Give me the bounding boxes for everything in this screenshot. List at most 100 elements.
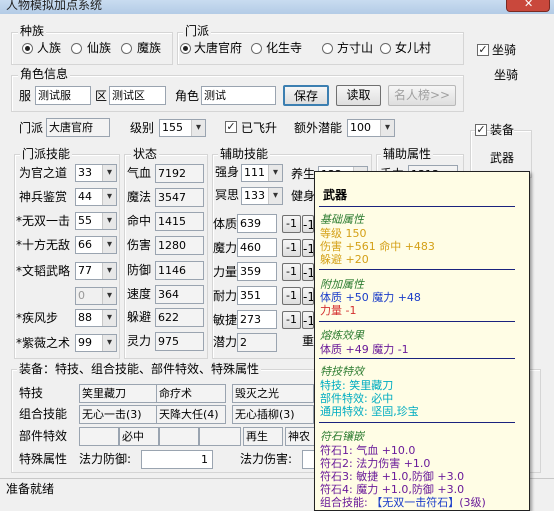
sect-skill-name: 神兵鉴赏 bbox=[19, 190, 68, 204]
level-label: 级别 bbox=[130, 121, 155, 135]
mount-checkbox[interactable]: ✓ bbox=[477, 44, 489, 56]
sect-skill-select[interactable]: 55 bbox=[75, 212, 117, 230]
stat-name: 命中 bbox=[127, 214, 152, 228]
level-select[interactable]: 155 bbox=[159, 119, 206, 137]
sect-skill-select[interactable]: 66 bbox=[75, 236, 117, 254]
race-group-label: 种族 bbox=[18, 24, 47, 38]
sect-skill-name: *十方无敌 bbox=[16, 238, 71, 252]
tooltip-add-label: 附加属性 bbox=[320, 278, 364, 291]
sect-skill-select[interactable]: 77 bbox=[75, 262, 117, 280]
attr-minus-button[interactable]: -1 bbox=[282, 263, 301, 281]
sect-radio-nver[interactable] bbox=[380, 43, 391, 54]
save-button[interactable]: 保存 bbox=[283, 85, 329, 106]
role-label: 角色 bbox=[175, 89, 200, 103]
role-info-label: 角色信息 bbox=[18, 67, 71, 81]
attr-minus-button[interactable]: -1 bbox=[282, 311, 301, 329]
special-skill-field: 命疗术 bbox=[156, 384, 226, 403]
combo-skill-field: 无心插柳(3) bbox=[232, 405, 314, 424]
part-effect-field: 神农 bbox=[285, 427, 317, 446]
part-effect-label: 部件特效 bbox=[19, 429, 68, 443]
stat-value: 1146 bbox=[155, 261, 204, 280]
attr-minus-button[interactable]: -1 bbox=[282, 215, 301, 233]
attr-minus-button[interactable]: -1 bbox=[302, 215, 314, 233]
sect-radio-datang[interactable] bbox=[180, 43, 191, 54]
extra-potential-select[interactable]: 100 bbox=[347, 119, 395, 137]
load-button[interactable]: 读取 bbox=[336, 85, 381, 106]
tooltip-divider bbox=[319, 422, 515, 423]
stat-name: 魔法 bbox=[127, 190, 152, 204]
attr-minus-button[interactable]: -1 bbox=[302, 287, 314, 305]
magic-defense-label: 法力防御: bbox=[79, 452, 132, 466]
tooltip-divider bbox=[319, 269, 515, 270]
aux-skill-name: 强身 bbox=[215, 165, 240, 179]
tooltip-combo-level: (3级) bbox=[459, 496, 486, 509]
race-option-immortal: 仙族 bbox=[87, 41, 112, 55]
potential-display: 2 bbox=[237, 333, 277, 352]
server-input[interactable]: 测试服 bbox=[35, 86, 91, 105]
tooltip-special-label: 特技特效 bbox=[320, 365, 364, 378]
stat-value: 1415 bbox=[155, 212, 204, 231]
sect-skill-select[interactable]: 44 bbox=[75, 188, 117, 206]
attr-input[interactable]: 351 bbox=[237, 286, 277, 305]
status-group bbox=[124, 154, 208, 359]
window-title: 人物模拟加点系统 bbox=[6, 0, 103, 12]
race-radio-demon[interactable] bbox=[121, 43, 132, 54]
attr-minus-button[interactable]: -1 bbox=[302, 311, 314, 329]
sect-radio-fangcun[interactable] bbox=[322, 43, 333, 54]
sect-skill-select[interactable]: 33 bbox=[75, 164, 117, 182]
special-attr-label: 特殊属性 bbox=[19, 452, 68, 466]
stat-name: 防御 bbox=[127, 263, 152, 277]
tooltip-level: 等级 150 bbox=[320, 227, 367, 240]
attr-name: 力量 bbox=[213, 265, 238, 279]
race-radio-immortal[interactable] bbox=[71, 43, 82, 54]
tooltip-title: 武器 bbox=[323, 188, 348, 202]
mount-button[interactable]: 坐骑 bbox=[487, 66, 525, 88]
aux-skill-select[interactable]: 133 bbox=[241, 187, 283, 205]
attr-name: 魔力 bbox=[213, 241, 238, 255]
stat-value: 622 bbox=[155, 308, 204, 327]
equip-checkbox-label: 装备 bbox=[490, 122, 515, 138]
aux-skill-name: 健身 bbox=[291, 189, 316, 203]
attr-input[interactable]: 639 bbox=[237, 214, 277, 233]
sect-display: 大唐官府 bbox=[46, 118, 110, 137]
part-effect-field bbox=[79, 427, 119, 446]
sect-skill-select[interactable]: 88 bbox=[75, 309, 117, 327]
attr-minus-button[interactable]: -1 bbox=[282, 287, 301, 305]
ranking-button[interactable]: 名人榜>> bbox=[388, 85, 456, 106]
sect-skill-select[interactable]: 0 bbox=[75, 287, 117, 305]
sect-skill-select[interactable]: 99 bbox=[75, 334, 117, 352]
role-input[interactable]: 测试 bbox=[201, 86, 276, 105]
attr-input[interactable]: 460 bbox=[237, 238, 277, 257]
stat-name: 躲避 bbox=[127, 310, 152, 324]
sect-option-huasheng: 化生寺 bbox=[266, 41, 303, 55]
combo-skill-field: 天降大任(4) bbox=[156, 405, 226, 424]
zone-input[interactable]: 测试区 bbox=[109, 86, 166, 105]
equip-checkbox[interactable]: ✓ bbox=[475, 124, 487, 136]
close-button[interactable]: ✕ bbox=[506, 0, 550, 12]
part-effect-field bbox=[159, 427, 199, 446]
sect-option-datang: 大唐官府 bbox=[194, 41, 243, 55]
tooltip-add1: 体质 +50 魔力 +48 bbox=[320, 291, 421, 304]
attr-minus-button[interactable]: -1 bbox=[302, 239, 314, 257]
tooltip-rune: 符石2: 法力伤害 +1.0 bbox=[320, 457, 431, 470]
tooltip-divider bbox=[319, 206, 515, 207]
attr-name: 体质 bbox=[213, 217, 238, 231]
attr-input[interactable]: 273 bbox=[237, 310, 277, 329]
sect-skill-name: *无双一击 bbox=[16, 214, 71, 228]
stat-name: 气血 bbox=[127, 166, 152, 180]
race-radio-human[interactable] bbox=[22, 43, 33, 54]
potential-label: 潜力 bbox=[213, 335, 238, 349]
attr-input[interactable]: 359 bbox=[237, 262, 277, 281]
aux-skills-label: 辅助技能 bbox=[218, 147, 271, 161]
title-bar: 人物模拟加点系统 ✕ bbox=[0, 0, 554, 14]
stat-value: 7192 bbox=[155, 164, 204, 183]
special-skill-label: 特技 bbox=[19, 386, 44, 400]
flown-checkbox[interactable]: ✓ bbox=[225, 121, 237, 133]
sect-radio-huasheng[interactable] bbox=[251, 43, 262, 54]
weapon-button[interactable]: 武器 bbox=[490, 150, 514, 166]
part-effect-field bbox=[199, 427, 241, 446]
attr-minus-button[interactable]: -1 bbox=[282, 239, 301, 257]
attr-minus-button[interactable]: -1 bbox=[302, 263, 314, 281]
aux-skill-select[interactable]: 111 bbox=[241, 164, 283, 182]
magic-defense-input[interactable]: 1 bbox=[141, 450, 213, 469]
